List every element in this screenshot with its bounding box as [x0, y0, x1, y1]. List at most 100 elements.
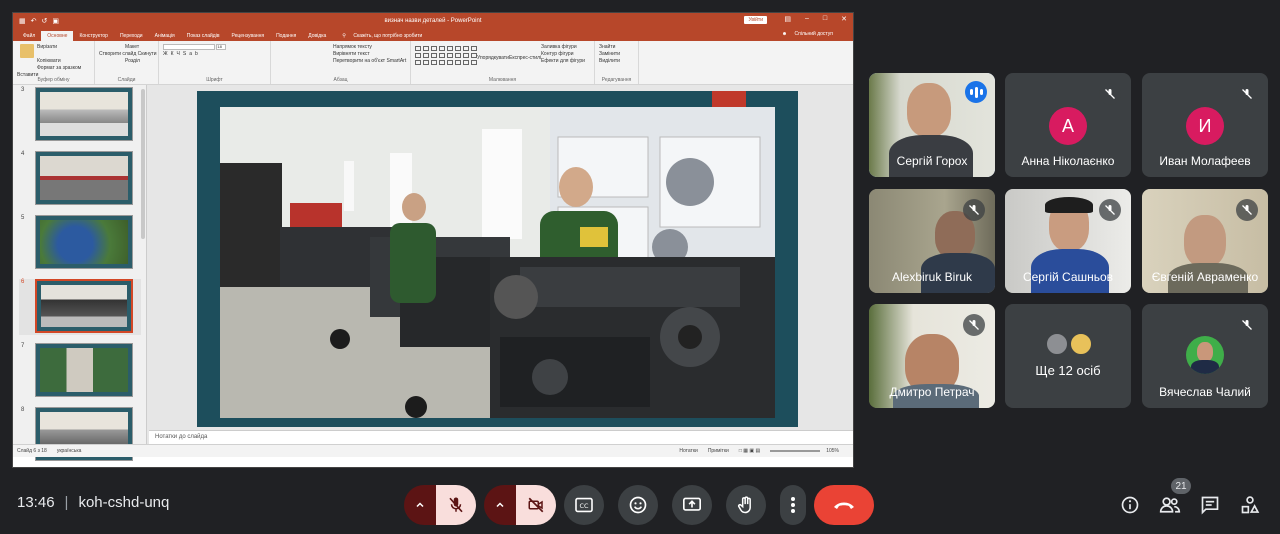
arrange-label: Упорядкувати [477, 55, 509, 61]
avatar [1069, 332, 1093, 356]
font-size-box: 18 [216, 44, 227, 50]
microphone-toggle-button[interactable] [436, 485, 476, 525]
ribbon-tabs: Файл Основне Конструктор Переходи Анімац… [13, 29, 853, 41]
avatar: А [1049, 107, 1087, 145]
leave-call-button[interactable] [814, 485, 874, 525]
copy-label: Копіювати [37, 58, 61, 64]
chevron-up-icon [416, 502, 424, 508]
maximize-icon: □ [822, 15, 828, 22]
participant-tile[interactable]: И Иван Молафеев [1142, 73, 1268, 177]
participant-tile[interactable]: Євгеній Авраменко [1142, 189, 1268, 293]
sign-in-button: Увійти [744, 16, 767, 24]
emoji-icon [629, 496, 647, 514]
captions-button[interactable]: CC [564, 485, 604, 525]
avatar [1186, 336, 1224, 374]
tab-file: Файл [23, 33, 36, 39]
notes-pane: Нотатки до слайда [149, 430, 853, 444]
people-button[interactable] [1159, 494, 1181, 516]
comments-toggle: Примітки [707, 448, 729, 454]
slide-thumbnail: 3 [19, 87, 141, 143]
camera-toggle-button[interactable] [516, 485, 556, 525]
activities-button[interactable] [1239, 494, 1261, 516]
avatar: И [1186, 107, 1224, 145]
shape-outline-label: Контур фігури [541, 51, 574, 57]
close-icon: ✕ [841, 16, 847, 23]
more-participants-label: Ще 12 осіб [1035, 363, 1101, 378]
quick-styles-label: Експрес-стилі [509, 55, 542, 61]
shared-screen: ▦ ↶ ↺ ▣ визнач назви деталей - PowerPoin… [12, 12, 854, 468]
present-screen-button[interactable] [672, 485, 712, 525]
view-buttons: □ ▦ ▣ ▤ [738, 448, 761, 454]
mic-off-icon [1236, 314, 1258, 336]
participant-tile[interactable]: А Анна Ніколаєнко [1005, 73, 1131, 177]
shape-fill-label: Заливка фігури [541, 44, 577, 50]
participant-name: Сергій Горох [896, 154, 968, 168]
editing-group-label: Редагування [601, 77, 632, 83]
slide-photo-engine-workshop [220, 107, 775, 418]
notes-toggle: Нотатки [679, 448, 698, 454]
window-controls: ▤ – □ ✕ [784, 15, 847, 23]
paragraph-group: Напрямок тексту Вирівняти текст Перетвор… [271, 41, 411, 84]
current-slide [197, 91, 798, 427]
audio-options-button[interactable] [404, 485, 436, 525]
tab-help: Довідка [308, 33, 327, 39]
shapes-gallery [415, 44, 477, 65]
ribbon-display-icon: ▤ [784, 16, 791, 23]
tab-home: Основне [41, 31, 74, 41]
avatar-stack [1045, 332, 1095, 358]
slide-number: 4 [21, 151, 25, 157]
slide-thumbnail: 7 [19, 343, 141, 399]
participant-tile[interactable]: Дмитро Петрач [869, 304, 995, 408]
svg-text:CC: CC [580, 502, 589, 510]
document-title: визнач назви деталей - PowerPoint [384, 18, 482, 24]
clipboard-group: Вирізати Копіювати Формат за зразком Вст… [13, 41, 95, 84]
participant-tile[interactable]: Alexbiruk Biruk [869, 189, 995, 293]
raise-hand-button[interactable] [726, 485, 766, 525]
tell-me-label: Скажіть, що потрібно зробити [353, 33, 423, 39]
call-controls: CC [0, 485, 1280, 525]
meeting-details-button[interactable] [1119, 494, 1141, 516]
slide-thumbnail: 5 [19, 215, 141, 271]
format-painter-label: Формат за зразком [37, 65, 82, 71]
slide-editor [149, 85, 853, 430]
clipboard-group-label: Буфер обміну [37, 77, 70, 83]
tab-design: Конструктор [79, 33, 108, 39]
slides-group: Макет Створити слайд Скинути Розділ Слай… [95, 41, 159, 84]
mic-off-icon [1236, 199, 1258, 221]
ppt-status-bar: Слайд 6 з 18 українська Нотатки Примітки… [13, 444, 853, 457]
mic-off-icon [449, 497, 463, 513]
cut-label: Вирізати [37, 44, 58, 50]
shape-effects-label: Ефекти для фігури [541, 58, 585, 64]
hang-up-icon [834, 502, 854, 509]
participant-tile[interactable]: Вячеслав Чалий [1142, 304, 1268, 408]
mic-off-icon [963, 199, 985, 221]
chat-button[interactable] [1199, 494, 1221, 516]
align-text-label: Вирівняти текст [333, 51, 370, 57]
font-format-buttons: ЖКЧSab [163, 51, 201, 58]
participant-tile[interactable]: Сергій Горох [869, 73, 995, 177]
participant-name: Анна Ніколаєнко [1021, 154, 1115, 168]
language-indicator: українська [56, 448, 82, 454]
tab-animations: Анімація [154, 33, 175, 39]
mic-off-icon [1236, 83, 1258, 105]
more-vert-icon [791, 497, 795, 513]
video-options-button[interactable] [484, 485, 516, 525]
new-slide-label: Створити слайд [99, 51, 137, 57]
participant-tile[interactable]: Сергій Сашньов [1005, 189, 1131, 293]
present-icon [683, 497, 701, 511]
more-options-button[interactable] [780, 485, 806, 525]
captions-icon: CC [575, 497, 593, 513]
mic-off-icon [963, 314, 985, 336]
tell-me-search: ⚲ Скажіть, що потрібно зробити [332, 33, 434, 41]
slide-number: 6 [21, 279, 25, 285]
info-icon [1121, 496, 1139, 514]
text-direction-label: Напрямок тексту [333, 44, 372, 50]
reactions-button[interactable] [618, 485, 658, 525]
paragraph-group-label: Абзац [333, 77, 348, 83]
slide-thumbnail: 4 [19, 151, 141, 207]
slide-accent-bar [712, 91, 746, 107]
share-button: ☻ Спільний доступ [776, 31, 845, 39]
select-label: Виділити [599, 58, 620, 64]
more-participants-tile[interactable]: Ще 12 осіб [1005, 304, 1131, 408]
tab-view: Подання [276, 33, 297, 39]
